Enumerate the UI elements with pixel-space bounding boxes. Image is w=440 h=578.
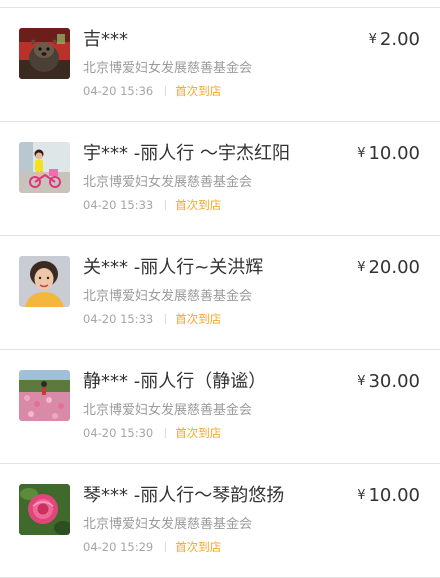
donation-time: 04-20 15:33 [83,312,154,326]
donor-name: 宇*** -丽人行 ～宇杰红阳 [83,143,290,164]
donation-row[interactable]: 琴*** -丽人行～琴韵悠扬 ¥10.00 北京博爱妇女发展慈善基金会 04-2… [0,464,440,578]
donation-time: 04-20 15:30 [83,426,154,440]
amount-value: 30.00 [368,371,420,392]
avatar-woman-portrait[interactable] [19,256,70,307]
meta-separator [165,428,167,438]
donation-meta: 04-20 15:36 首次到店 [83,83,221,99]
donation-time: 04-20 15:33 [83,198,154,212]
amount-value: 10.00 [368,143,420,164]
amount-value: 2.00 [379,29,420,50]
donation-list: 吉*** ¥2.00 北京博爱妇女发展慈善基金会 04-20 15:36 首次到店 [0,8,440,578]
organization-name: 北京博爱妇女发展慈善基金会 [83,403,253,418]
avatar-child-on-bike[interactable] [19,142,70,193]
organization-name: 北京博爱妇女发展慈善基金会 [83,61,253,76]
avatar-pink-rose[interactable] [19,484,70,535]
amount-value: 10.00 [368,485,420,506]
donor-name: 关*** -丽人行~关洪辉 [83,257,264,278]
donation-meta: 04-20 15:29 首次到店 [83,539,221,555]
amount-value: 20.00 [368,257,420,278]
avatar-flower-field[interactable] [19,370,70,421]
currency-symbol: ¥ [357,488,366,503]
donation-amount: ¥20.00 [357,256,420,280]
donation-amount: ¥10.00 [357,484,420,508]
organization-name: 北京博爱妇女发展慈善基金会 [83,175,253,190]
donation-meta: 04-20 15:33 首次到店 [83,197,221,213]
donation-row[interactable]: 静*** -丽人行（静谧） ¥30.00 北京博爱妇女发展慈善基金会 04-20… [0,350,440,464]
donation-amount: ¥10.00 [357,142,420,166]
organization-name: 北京博爱妇女发展慈善基金会 [83,517,253,532]
first-visit-tag: 首次到店 [175,84,222,98]
donation-time: 04-20 15:29 [83,540,154,554]
organization-name: 北京博爱妇女发展慈善基金会 [83,289,253,304]
first-visit-tag: 首次到店 [175,540,222,554]
donor-name: 吉*** [83,29,128,50]
donation-row[interactable]: 关*** -丽人行~关洪辉 ¥20.00 北京博爱妇女发展慈善基金会 04-20… [0,236,440,350]
meta-separator [165,542,167,552]
currency-symbol: ¥ [368,32,377,47]
avatar-dog-red-background[interactable] [19,28,70,79]
meta-separator [165,86,167,96]
currency-symbol: ¥ [357,260,366,275]
donation-row[interactable]: 吉*** ¥2.00 北京博爱妇女发展慈善基金会 04-20 15:36 首次到店 [0,8,440,122]
donation-amount: ¥2.00 [369,28,420,52]
donation-meta: 04-20 15:33 首次到店 [83,311,221,327]
donation-amount: ¥30.00 [357,370,420,394]
currency-symbol: ¥ [357,146,366,161]
donation-row[interactable]: 宇*** -丽人行 ～宇杰红阳 ¥10.00 北京博爱妇女发展慈善基金会 04-… [0,122,440,236]
donation-time: 04-20 15:36 [83,84,154,98]
currency-symbol: ¥ [357,374,366,389]
first-visit-tag: 首次到店 [175,198,222,212]
meta-separator [165,200,167,210]
meta-separator [165,314,167,324]
first-visit-tag: 首次到店 [175,312,222,326]
donor-name: 静*** -丽人行（静谧） [83,371,267,392]
donor-name: 琴*** -丽人行～琴韵悠扬 [83,485,285,506]
first-visit-tag: 首次到店 [175,426,222,440]
donation-meta: 04-20 15:30 首次到店 [83,425,221,441]
